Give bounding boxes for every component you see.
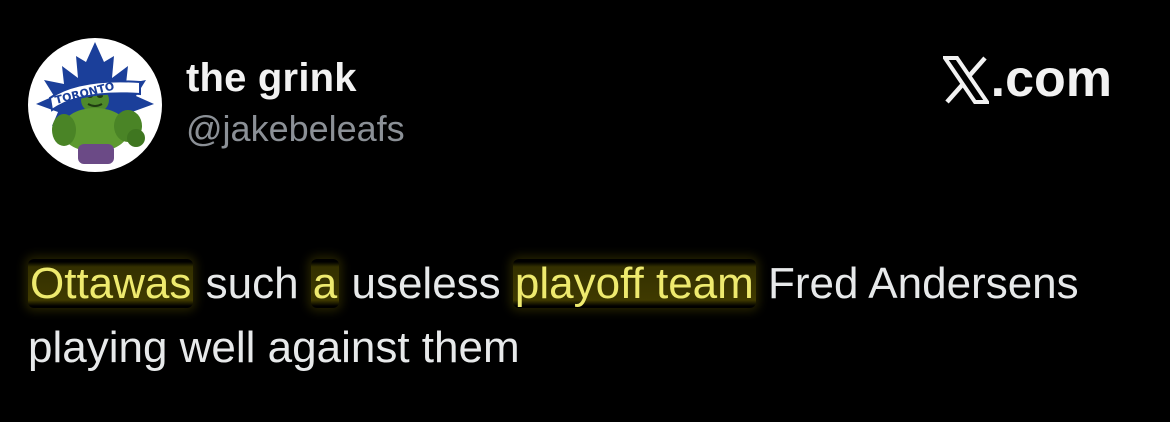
profile-avatar[interactable]: TORONTO	[28, 38, 162, 172]
x-com-brand: .com	[942, 50, 1112, 108]
brand-label: .com	[990, 50, 1112, 108]
user-info: the grink @jakebeleafs	[186, 54, 405, 152]
highlighted-phrase: playoff team	[512, 259, 756, 308]
tweet-text-segment: useless	[339, 259, 513, 308]
tweet-card: TORONTO the grink @jakebeleafs .com Otta…	[0, 0, 1170, 422]
display-name[interactable]: the grink	[186, 54, 405, 102]
highlighted-phrase: a	[310, 259, 340, 308]
tweet-text-segment: such	[193, 259, 311, 308]
highlighted-phrase: Ottawas	[28, 259, 194, 308]
x-logo-icon	[942, 56, 989, 104]
maple-leaf-hulk-icon: TORONTO	[36, 42, 154, 164]
user-handle[interactable]: @jakebeleafs	[186, 106, 405, 152]
tweet-text: Ottawas such a useless playoff team Fred…	[28, 252, 1128, 380]
